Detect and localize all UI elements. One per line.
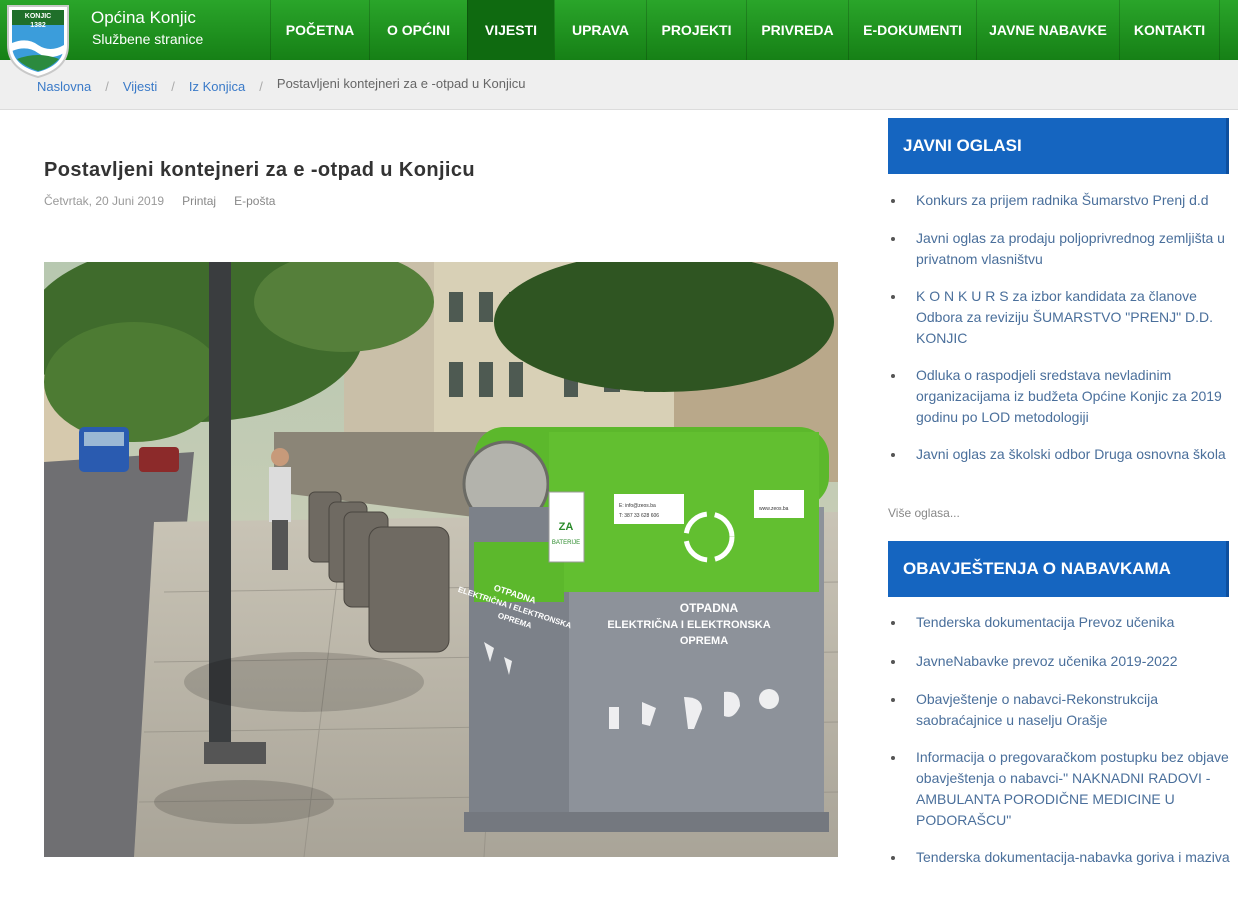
nav-item-kontakti[interactable]: Kontakti	[1119, 0, 1220, 60]
nav-item-vijesti[interactable]: Vijesti	[467, 0, 554, 60]
nav-item-e-dokumenti[interactable]: e-Dokumenti	[848, 0, 976, 60]
nav-item-projekti[interactable]: Projekti	[646, 0, 746, 60]
breadcrumb: Naslovna / Vijesti / Iz Konjica / Postav…	[37, 76, 526, 94]
email-link[interactable]: E-pošta	[234, 194, 275, 208]
main-nav: Početna O Općini Vijesti Uprava Projekti…	[270, 0, 1220, 60]
list-item[interactable]: Javni oglas za prodaju poljoprivrednog z…	[888, 228, 1233, 270]
svg-text:KONJIC: KONJIC	[25, 13, 51, 20]
nav-item-javne-nabavke[interactable]: Javne nabavke	[976, 0, 1119, 60]
list-item[interactable]: Obavještenje o nabavci-Rekonstrukcija sa…	[888, 689, 1233, 731]
photo-sign-za: ZA	[559, 521, 574, 533]
list-item[interactable]: Tenderska dokumentacija Prevoz učenika	[888, 612, 1233, 633]
sidebar-heading-label: Obavještenja o nabavkama	[903, 559, 1171, 578]
logo[interactable]: KONJIC 1382 Općina Konjic Službene stran…	[0, 0, 280, 79]
breadcrumb-separator: /	[171, 79, 175, 94]
breadcrumb-bar: Naslovna / Vijesti / Iz Konjica / Postav…	[0, 60, 1238, 110]
article-title: Postavljeni kontejneri za e -otpad u Kon…	[44, 159, 475, 181]
breadcrumb-current: Postavljeni kontejneri za e -otpad u Kon…	[276, 76, 526, 91]
list-item[interactable]: Tenderska dokumentacija-nabavka goriva i…	[888, 847, 1233, 868]
sidebar-heading-javni-oglasi: Javni oglasi	[888, 118, 1229, 174]
oglasi-list: Konkurs za prijem radnika Šumarstvo Pren…	[888, 190, 1233, 465]
list-item[interactable]: Javni oglas za školski odbor Druga osnov…	[888, 444, 1233, 465]
nav-item-pocetna[interactable]: Početna	[270, 0, 369, 60]
site-header: KONJIC 1382 Općina Konjic Službene stran…	[0, 0, 1238, 79]
photo-container-line3: OPREMA	[680, 635, 728, 647]
article-date: Četvrtak, 20 Juni 2019	[44, 194, 165, 208]
nav-item-o-opcini[interactable]: O Općini	[369, 0, 467, 60]
sidebar-heading-nabavke: Obavještenja o nabavkama	[888, 541, 1229, 597]
list-item[interactable]: K O N K U R S za izbor kandidata za član…	[888, 286, 1233, 349]
nabavke-list: Tenderska dokumentacija Prevoz učenika J…	[888, 612, 1233, 868]
photo-url: www.zeos.ba	[759, 506, 789, 512]
breadcrumb-vijesti[interactable]: Vijesti	[123, 79, 157, 94]
sidebar-heading-label: Javni oglasi	[903, 136, 1022, 155]
article-photo: ZA BATERIJE E: info@zeos.ba T: 387 33 62…	[44, 262, 838, 857]
nav-item-privreda[interactable]: Privreda	[746, 0, 848, 60]
photo-contact-phone: T: 387 33 628 606	[619, 513, 659, 519]
article-meta: Četvrtak, 20 Juni 2019 Printaj E-pošta	[44, 194, 275, 208]
list-item[interactable]: JavneNabavke prevoz učenika 2019-2022	[888, 651, 1233, 672]
breadcrumb-naslovna[interactable]: Naslovna	[37, 79, 91, 94]
site-subtitle: Službene stranice	[92, 31, 204, 47]
breadcrumb-iz-konjica[interactable]: Iz Konjica	[189, 79, 245, 94]
breadcrumb-separator: /	[259, 79, 263, 94]
site-name: Općina Konjic	[91, 8, 196, 27]
svg-text:1382: 1382	[30, 22, 46, 29]
e-waste-container-photo: ZA BATERIJE E: info@zeos.ba T: 387 33 62…	[44, 262, 838, 857]
list-item[interactable]: Odluka o raspodjeli sredstava nevladinim…	[888, 365, 1233, 428]
more-oglasi-link[interactable]: Više oglasa...	[888, 506, 960, 520]
photo-container-line1: OTPADNA	[680, 601, 739, 615]
photo-contact-email: E: info@zeos.ba	[619, 503, 656, 509]
list-item[interactable]: Konkurs za prijem radnika Šumarstvo Pren…	[888, 190, 1233, 211]
nav-item-uprava[interactable]: Uprava	[554, 0, 646, 60]
municipality-crest-icon: KONJIC 1382	[7, 5, 69, 79]
photo-container-line2: ELEKTRIČNA I ELEKTRONSKA	[607, 618, 770, 631]
photo-sign-baterije: BATERIJE	[552, 540, 580, 546]
print-link[interactable]: Printaj	[182, 194, 216, 208]
breadcrumb-separator: /	[105, 79, 109, 94]
list-item[interactable]: Informacija o pregovaračkom postupku bez…	[888, 747, 1233, 831]
